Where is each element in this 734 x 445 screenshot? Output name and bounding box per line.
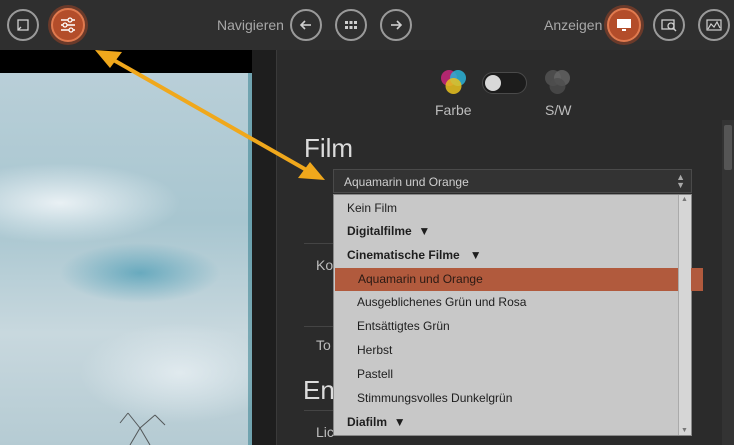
annotation-double-arrow: [95, 50, 325, 180]
